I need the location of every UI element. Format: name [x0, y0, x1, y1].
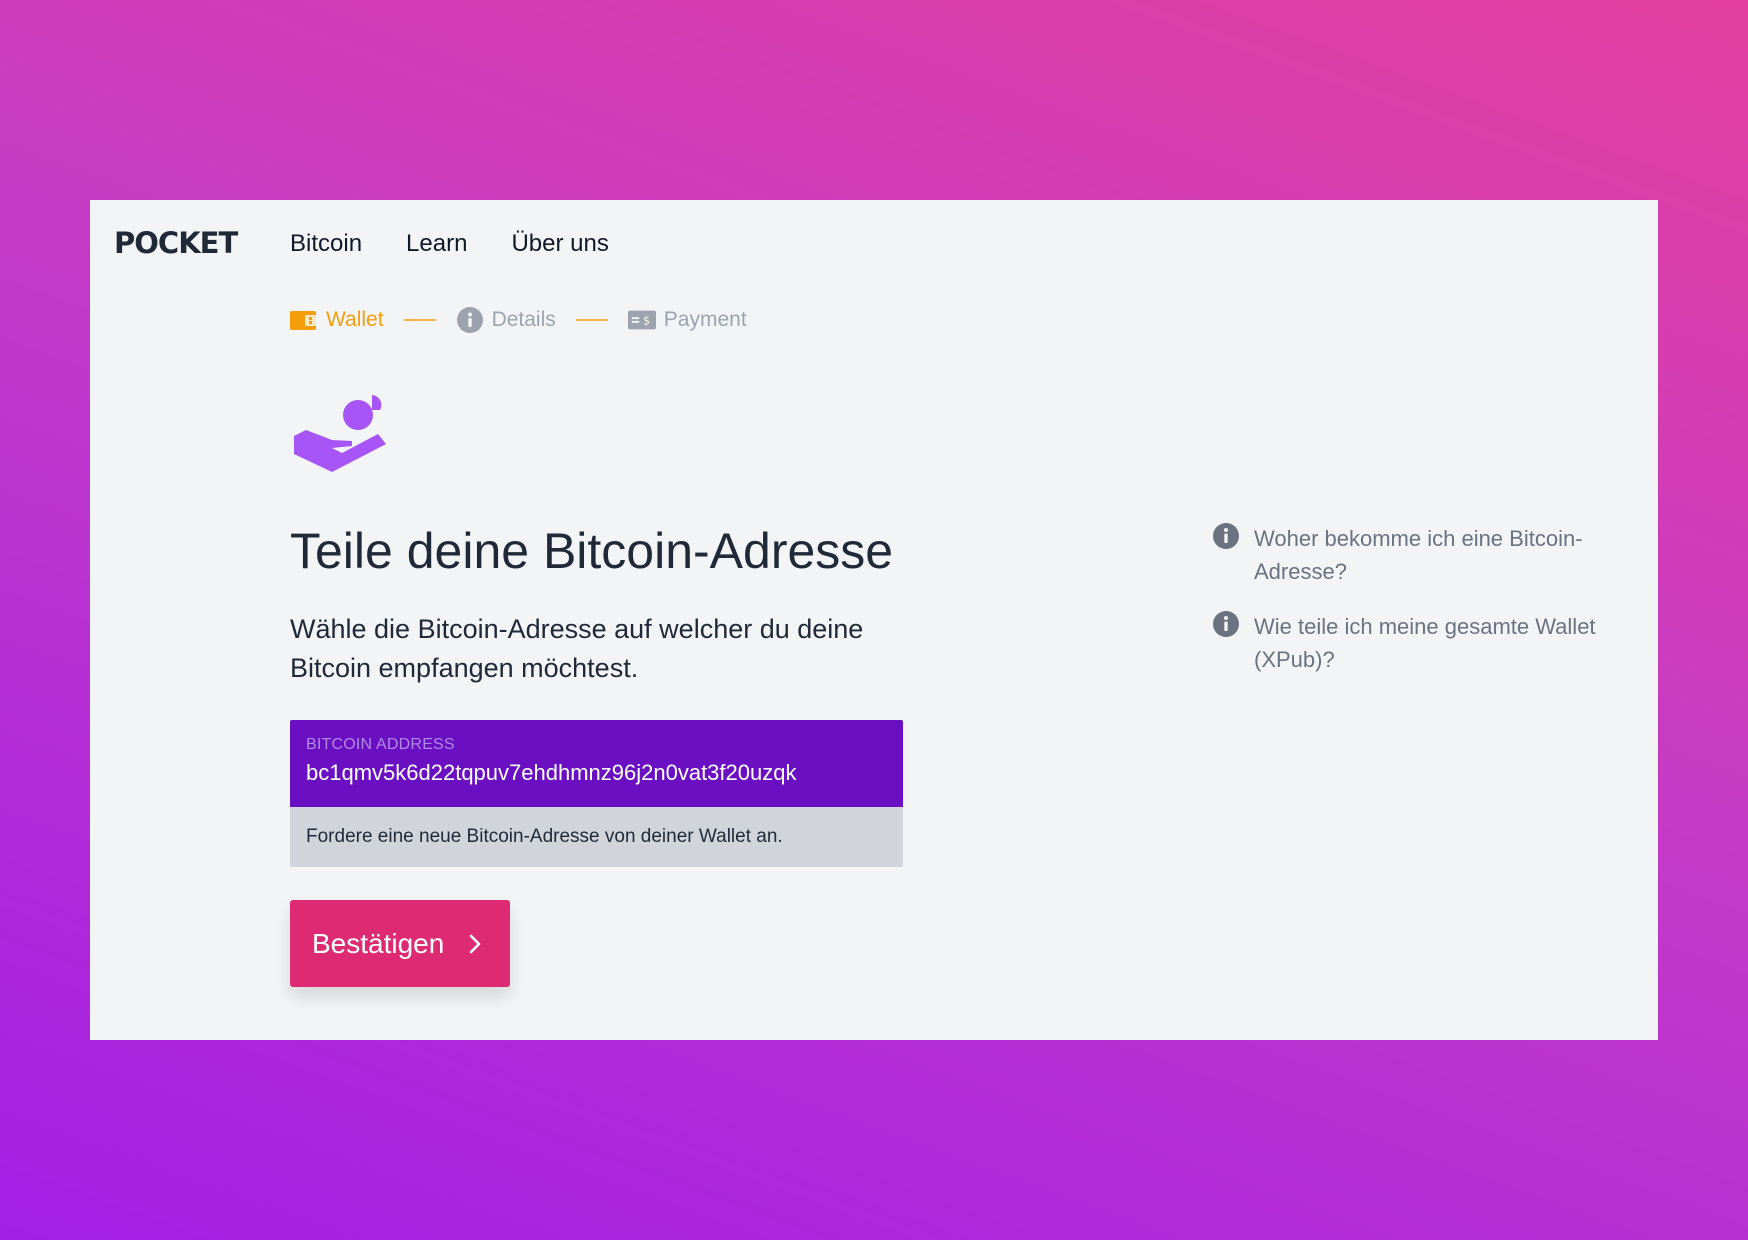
banknote-icon: $: [627, 306, 656, 334]
nav-link-about[interactable]: Über uns: [511, 230, 608, 258]
help-link-text: Wie teile ich meine gesamte Wallet (XPub…: [1254, 614, 1596, 672]
bitcoin-address-field: BITCOIN ADDRESS Fordere eine neue Bitcoi…: [290, 720, 903, 867]
wallet-icon: [290, 306, 318, 334]
step-connector: [575, 319, 608, 321]
app-window: POCKET Bitcoin Learn Über uns Wallet Det…: [90, 200, 1658, 1040]
help-link-get-address[interactable]: Woher bekomme ich eine Bitcoin-Adresse?: [1212, 522, 1602, 588]
step-details[interactable]: Details: [456, 306, 556, 334]
logo[interactable]: POCKET: [114, 226, 238, 260]
page-description: Wähle die Bitcoin-Adresse auf welcher du…: [290, 614, 864, 683]
step-label: Details: [491, 308, 556, 331]
page-title: Teile deine Bitcoin-Adresse: [290, 523, 894, 579]
confirm-button[interactable]: Bestätigen: [290, 900, 510, 987]
address-input-wrapper[interactable]: BITCOIN ADDRESS: [290, 720, 903, 807]
step-payment[interactable]: $ Payment: [627, 306, 747, 334]
nav-link-learn[interactable]: Learn: [406, 230, 467, 258]
progress-stepper: Wallet Details $ Payment: [290, 306, 747, 334]
nav-link-bitcoin[interactable]: Bitcoin: [290, 230, 362, 258]
address-hint: Fordere eine neue Bitcoin-Adresse von de…: [290, 807, 903, 867]
step-connector: [403, 319, 436, 321]
help-link-text: Woher bekomme ich eine Bitcoin-Adresse?: [1254, 526, 1583, 584]
info-circle-icon: [456, 306, 484, 334]
address-label: BITCOIN ADDRESS: [306, 736, 455, 753]
hand-receiving-coin-icon: [292, 390, 392, 481]
main-nav: Bitcoin Learn Über uns: [290, 230, 609, 258]
chevron-right-icon: [468, 933, 482, 955]
help-links: Woher bekomme ich eine Bitcoin-Adresse? …: [1212, 522, 1602, 698]
step-wallet[interactable]: Wallet: [290, 306, 384, 334]
confirm-button-label: Bestätigen: [312, 927, 445, 959]
svg-text:$: $: [643, 315, 650, 328]
step-label: Wallet: [326, 308, 384, 331]
info-circle-icon: [1212, 610, 1240, 638]
step-label: Payment: [663, 308, 747, 331]
info-circle-icon: [1212, 522, 1240, 550]
address-input[interactable]: [306, 760, 887, 786]
help-link-share-xpub[interactable]: Wie teile ich meine gesamte Wallet (XPub…: [1212, 610, 1602, 676]
